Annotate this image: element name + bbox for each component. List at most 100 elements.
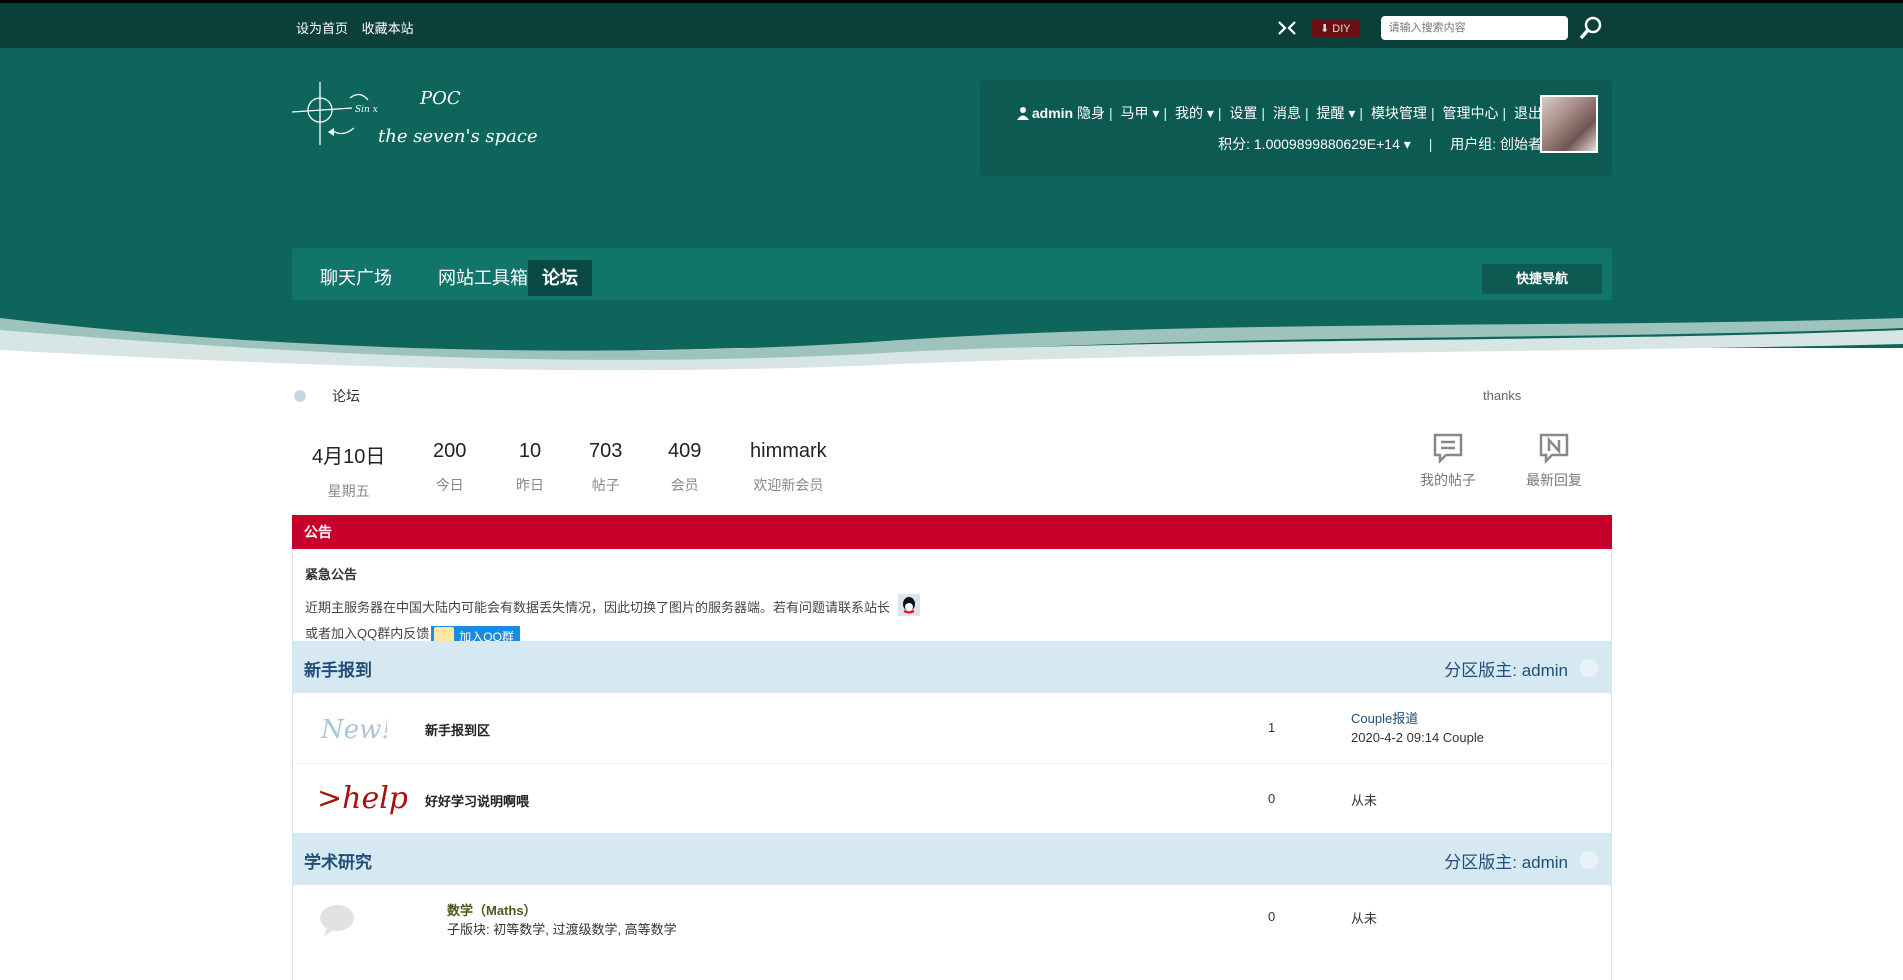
forum-row: New! 新手报到区 1 Couple报道 2020-4-2 09:14 Cou… <box>293 693 1611 763</box>
stat-today: 200 今日 <box>433 440 466 495</box>
nav-item-forum[interactable]: 论坛 <box>528 260 592 296</box>
stat-value: 10 <box>518 440 542 462</box>
new-member-link[interactable]: himmark <box>750 440 827 463</box>
header-wave <box>0 300 1903 371</box>
reminders-menu[interactable]: 提醒 <box>1316 105 1344 121</box>
search-icon[interactable] <box>1578 15 1604 41</box>
stat-label: 会员 <box>670 477 699 493</box>
last-post-meta: 2020-4-2 09:14 Couple <box>1351 730 1484 745</box>
home-icon[interactable] <box>294 390 306 402</box>
forum-row: 数学（Maths） 子版块: 初等数学, 过渡级数学, 高等数学 0 从未 <box>293 885 1611 955</box>
qq-icon[interactable] <box>897 594 920 616</box>
user-group: 用户组: 创始者 <box>1450 136 1542 152</box>
stat-label: 星期五 <box>327 483 370 499</box>
avatar[interactable] <box>1540 95 1598 153</box>
points-menu[interactable]: 积分: 1.0009899880629E+14 <box>1218 136 1400 152</box>
forum-help-icon[interactable]: >help <box>317 778 407 818</box>
stat-posts: 703 帖子 <box>589 440 622 495</box>
forum-row: >help 好好学习说明啊喂 0 从未 <box>293 763 1611 833</box>
new-replies-icon <box>1539 433 1569 465</box>
forum-new-icon[interactable]: New! <box>317 711 387 747</box>
latest-replies-label: 最新回复 <box>1526 472 1582 488</box>
messages-link[interactable]: 消息 <box>1273 105 1301 121</box>
breadcrumb-current[interactable]: 论坛 <box>332 386 360 406</box>
forum-name[interactable]: 新手报到区 <box>425 720 490 739</box>
username-link[interactable]: admin <box>1032 105 1073 121</box>
welcome-text: thanks <box>1483 388 1522 403</box>
forum-count: 0 <box>1268 791 1275 806</box>
section-title[interactable]: 学术研究 <box>304 848 372 873</box>
my-posts-icon <box>1433 433 1463 465</box>
caret-down-icon: ▾ <box>1348 105 1356 121</box>
top-bar: 设为首页 收藏本站 ⬇ DIY <box>0 0 1903 48</box>
stat-value: 4月10日 <box>312 446 386 468</box>
settings-link[interactable]: 设置 <box>1229 105 1257 121</box>
stat-label: 欢迎新会员 <box>753 477 824 493</box>
section-body-newbie: New! 新手报到区 1 Couple报道 2020-4-2 09:14 Cou… <box>292 693 1612 833</box>
forum-last-post: Couple报道 2020-4-2 09:14 Couple <box>1351 709 1484 747</box>
section-moderator[interactable]: 分区版主: admin <box>1444 656 1568 681</box>
diy-button[interactable]: ⬇ DIY <box>1312 19 1359 37</box>
announcement-text: 近期主服务器在中国大陆内可能会有数据丢失情况，因此切换了图片的服务器端。若有问题… <box>305 600 891 615</box>
stat-new-member: himmark 欢迎新会员 <box>750 440 827 495</box>
caret-down-icon: ▾ <box>1152 105 1160 121</box>
module-manage-link[interactable]: 模块管理 <box>1371 105 1427 121</box>
announcement-body: 紧急公告 近期主服务器在中国大陆内可能会有数据丢失情况，因此切换了图片的服务器端… <box>292 549 1612 647</box>
stat-value: 409 <box>668 440 702 462</box>
forum-count-value: 0 <box>1268 791 1276 806</box>
stat-label: 今日 <box>435 477 464 493</box>
quick-nav-button[interactable]: 快捷导航 <box>1482 264 1602 294</box>
user-panel: admin 隐身 | 马甲 ▾ | 我的 ▾ | 设置 | 消息 | 提醒 ▾ | 模块管理… <box>980 80 1612 176</box>
announcement-line-1: 近期主服务器在中国大陆内可能会有数据丢失情况，因此切换了图片的服务器端。若有问题… <box>305 594 920 616</box>
main-nav: 聊天广场 网站工具箱 论坛 快捷导航 <box>292 248 1612 308</box>
forum-count: 1 <box>1268 720 1275 735</box>
section-header-academic: 学术研究 分区版主: admin <box>292 833 1612 885</box>
stat-members: 409 会员 <box>668 440 701 495</box>
top-links: 设为首页 收藏本站 <box>296 18 424 37</box>
forum-name[interactable]: 好好学习说明啊喂 <box>425 791 529 810</box>
latest-replies-button[interactable]: 最新回复 <box>1526 430 1582 490</box>
search-input[interactable] <box>1380 16 1568 40</box>
logo-subtitle: the seven's space <box>378 126 538 147</box>
forum-last-post: 从未 <box>1351 793 1378 808</box>
stat-date: 4月10日 星期五 <box>312 440 385 501</box>
stat-value: 703 <box>589 440 623 462</box>
collapse-icon[interactable] <box>1580 659 1598 677</box>
breadcrumb: 论坛 <box>294 386 360 406</box>
caret-down-icon: ▾ <box>1403 136 1411 152</box>
switch-width-icon[interactable] <box>1276 17 1298 39</box>
announcement-text-2: 或者加入QQ群内反馈 <box>305 626 430 641</box>
forum-last-post: 从未 <box>1351 911 1378 926</box>
section-body-academic: 数学（Maths） 子版块: 初等数学, 过渡级数学, 高等数学 0 从未 <box>292 885 1612 980</box>
diy-label: DIY <box>1332 22 1351 35</box>
forum-chat-bubble-icon[interactable] <box>317 903 357 937</box>
section-title[interactable]: 新手报到 <box>304 656 372 681</box>
set-home-link[interactable]: 设为首页 <box>296 21 348 36</box>
user-stats: 积分: 1.0009899880629E+14 ▾ | 用户组: 创始者 <box>1218 136 1542 152</box>
section-moderator[interactable]: 分区版主: admin <box>1444 848 1568 873</box>
admin-center-link[interactable]: 管理中心 <box>1442 105 1498 121</box>
svg-text:Sin x: Sin x <box>355 105 378 115</box>
nav-item-web-tools[interactable]: 网站工具箱 <box>424 260 542 296</box>
collapse-icon[interactable] <box>1580 851 1598 869</box>
stat-label: 帖子 <box>591 477 620 493</box>
stat-yesterday: 10 昨日 <box>516 440 544 495</box>
top-tools: ⬇ DIY <box>1276 15 1604 41</box>
announcement-heading: 紧急公告 <box>305 567 358 582</box>
my-posts-button[interactable]: 我的帖子 <box>1420 430 1476 490</box>
logout-link[interactable]: 退出 <box>1514 105 1542 121</box>
user-icon <box>1016 107 1029 120</box>
nav-item-chat-square[interactable]: 聊天广场 <box>306 260 406 296</box>
section-header-newbie: 新手报到 分区版主: admin <box>292 641 1612 693</box>
bookmark-link[interactable]: 收藏本站 <box>362 21 414 36</box>
forum-name[interactable]: 数学（Maths） <box>447 900 537 919</box>
my-menu[interactable]: 我的 <box>1175 105 1203 121</box>
my-posts-label: 我的帖子 <box>1420 472 1476 488</box>
last-post-link[interactable]: Couple报道 <box>1351 709 1484 728</box>
forum-icon-text: >help <box>317 781 407 816</box>
caret-down-icon: ▾ <box>1206 105 1214 121</box>
invisible-toggle[interactable]: 隐身 <box>1077 105 1105 121</box>
stat-value: 200 <box>433 440 467 462</box>
vest-menu[interactable]: 马甲 <box>1121 105 1149 121</box>
stat-label: 昨日 <box>516 477 544 493</box>
